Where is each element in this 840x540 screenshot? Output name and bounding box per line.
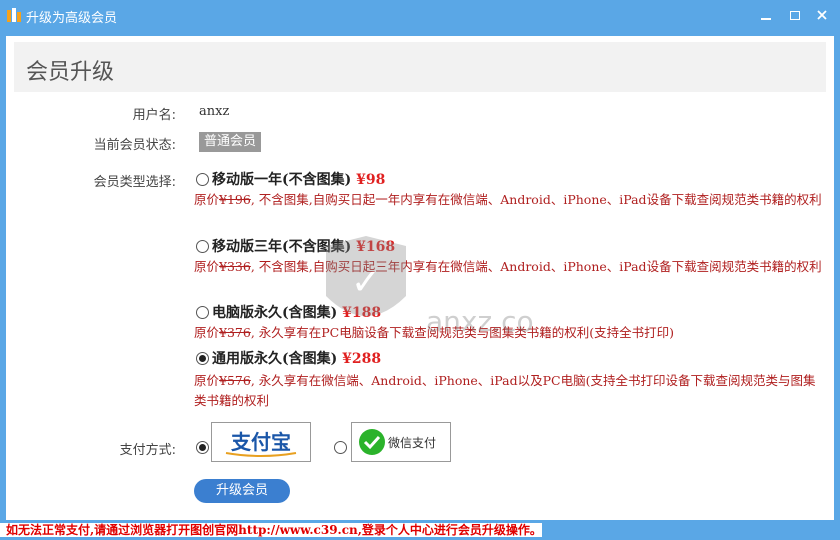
option-price-1: ¥98 <box>356 172 386 188</box>
username-label: 用户名: <box>132 108 176 123</box>
member-status-badge: 普通会员 <box>199 132 262 152</box>
window-title: 升级为高级会员 <box>26 11 118 26</box>
option-radio-3[interactable] <box>196 306 209 319</box>
wechat-radio[interactable] <box>334 441 347 454</box>
username-value: anxz <box>199 104 230 119</box>
dialog-body: 会员升级 用户名: anxz 当前会员状态: 普通会员 会员类型选择: 移动版一… <box>6 36 834 520</box>
wechatpay-option[interactable]: 微信支付 <box>351 422 451 462</box>
option-radio-2[interactable] <box>196 240 209 253</box>
option-price-4: ¥288 <box>342 351 382 367</box>
member-status-label: 当前会员状态: <box>93 138 176 153</box>
svg-text:anxz.com: anxz.com <box>426 305 536 338</box>
option-title-4[interactable]: 通用版永久(含图集) ¥288 <box>212 348 381 368</box>
panel-header: 会员升级 <box>14 42 826 92</box>
panel-title: 会员升级 <box>26 60 115 85</box>
footer-notice: 如无法正常支付,请通过浏览器打开图创官网http://www.c39.cn,登录… <box>0 520 840 540</box>
svg-text:支付宝: 支付宝 <box>231 430 291 454</box>
shield-icon: ✓ anxz.com <box>326 236 561 338</box>
close-icon <box>817 10 827 20</box>
wechat-logo-icon: 微信支付 <box>359 429 436 455</box>
minimize-button[interactable] <box>757 6 775 24</box>
watermark: ✓ anxz.com <box>306 236 561 346</box>
member-type-label: 会员类型选择: <box>93 175 176 190</box>
option-radio-4[interactable] <box>196 352 209 365</box>
alipay-option[interactable]: 支付宝 <box>211 422 311 462</box>
option-title-1[interactable]: 移动版一年(不含图集) ¥98 <box>212 169 385 189</box>
payment-label: 支付方式: <box>119 443 176 458</box>
upgrade-button[interactable]: 升级会员 <box>194 479 290 503</box>
option-desc-4: 原价¥576, 永久享有在微信端、Android、iPhone、iPad以及PC… <box>194 373 816 408</box>
app-logo-icon <box>7 8 21 22</box>
option-desc-1: 原价¥196, 不含图集,自购买日起一年内享有在微信端、Android、iPho… <box>194 192 822 207</box>
title-bar: 升级为高级会员 <box>0 0 840 30</box>
svg-text:微信支付: 微信支付 <box>388 436 436 450</box>
alipay-radio[interactable] <box>196 441 209 454</box>
svg-text:✓: ✓ <box>351 262 381 303</box>
close-button[interactable] <box>813 6 831 24</box>
option-radio-1[interactable] <box>196 173 209 186</box>
alipay-logo-icon: 支付宝 <box>216 427 306 457</box>
maximize-button[interactable] <box>786 6 804 24</box>
